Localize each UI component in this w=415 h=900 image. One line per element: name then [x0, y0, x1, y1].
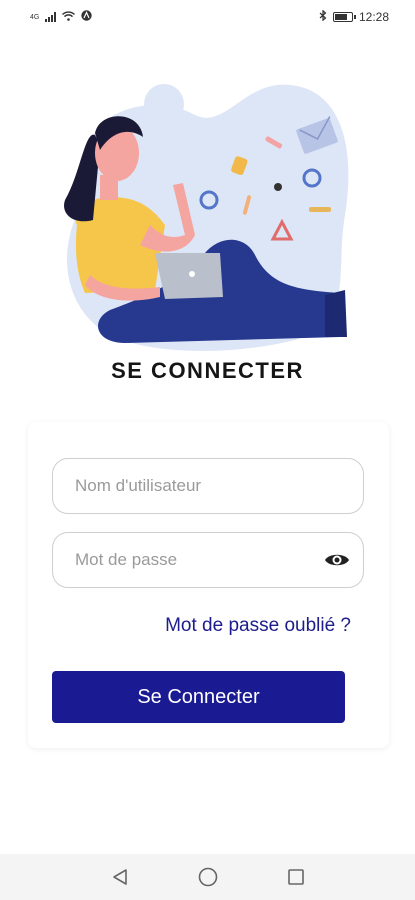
username-field[interactable] [52, 458, 364, 514]
forgot-password-link[interactable]: Mot de passe oublié ? [165, 615, 351, 637]
laptop-logo [189, 271, 195, 277]
password-field[interactable] [52, 532, 364, 588]
wifi-icon [62, 10, 76, 24]
laptop [155, 253, 223, 299]
clock: 12:28 [358, 10, 389, 24]
login-button[interactable]: Se Connecter [52, 671, 345, 723]
home-icon[interactable] [195, 864, 221, 890]
app-notification-icon [81, 10, 93, 24]
login-illustration [55, 75, 355, 360]
battery-icon [332, 12, 356, 22]
login-screen: 4G 12:28 SE CONNECTER Nom d'utilisateur … [0, 0, 415, 900]
signal-icon [45, 12, 57, 22]
status-right: 12:28 [319, 9, 389, 24]
password-input[interactable] [75, 550, 324, 570]
eye-icon[interactable] [324, 545, 351, 575]
system-nav-bar [0, 854, 415, 900]
page-title: SE CONNECTER [111, 358, 304, 383]
confetti-shape [309, 207, 331, 212]
confetti-shape [274, 183, 282, 191]
woman-with-laptop-illustration [64, 84, 349, 351]
decorative-circle [144, 84, 184, 124]
network-type-label: 4G [30, 13, 40, 21]
shoe [325, 290, 347, 337]
username-input[interactable] [75, 476, 341, 496]
status-bar: 4G 12:28 [0, 0, 415, 34]
bluetooth-icon [319, 9, 327, 24]
login-card: Mot de passe oublié ? Se Connecter [28, 422, 389, 748]
back-icon[interactable] [107, 864, 133, 890]
status-left: 4G [30, 10, 93, 24]
recents-icon[interactable] [283, 864, 309, 890]
